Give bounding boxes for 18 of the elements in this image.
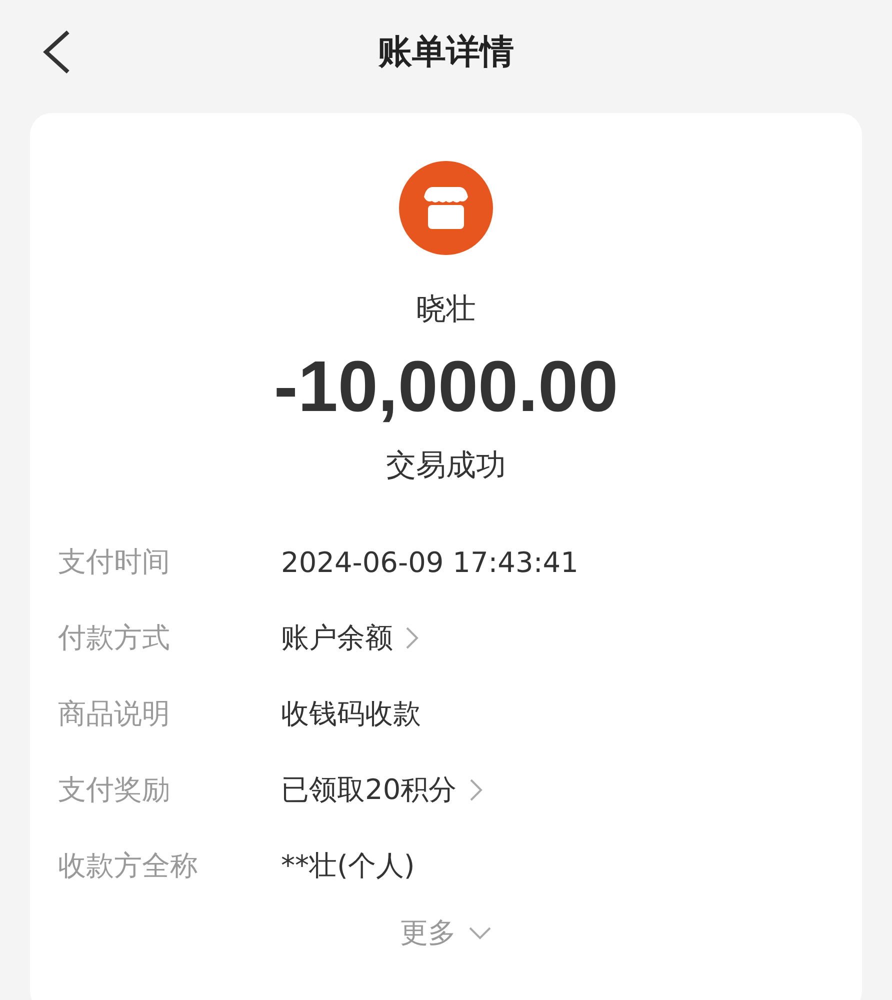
transaction-status: 交易成功 [386,447,506,486]
detail-label: 收款方全称 [58,848,199,884]
store-icon [399,161,493,255]
detail-link[interactable]: 已领取20积分 [281,771,483,810]
merchant-name: 晓壮 [416,291,476,329]
detail-link[interactable]: 账户余额 [281,619,419,658]
chevron-right-icon[interactable] [405,626,419,650]
amount: -10,000.00 [274,348,618,428]
detail-label: 支付时间 [58,544,171,580]
detail-value: 收钱码收款 [281,696,421,732]
detail-label: 商品说明 [58,696,171,732]
detail-label: 付款方式 [58,620,171,656]
detail-label: 支付奖励 [58,772,171,808]
detail-value: 2024-06-09 17:43:41 [281,546,578,579]
page-title: 账单详情 [378,31,514,74]
detail-value: **壮(个人) [281,848,415,884]
chevron-right-icon[interactable] [468,778,483,802]
chevron-down-icon[interactable] [468,926,492,940]
